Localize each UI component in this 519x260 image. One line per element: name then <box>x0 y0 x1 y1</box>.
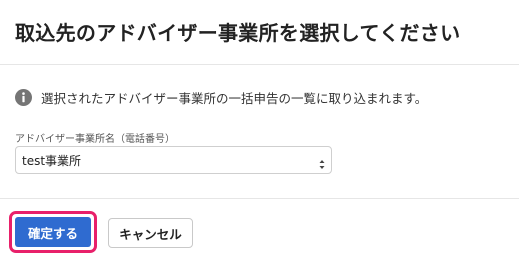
info-icon <box>15 88 32 106</box>
confirm-button[interactable]: 確定する <box>15 217 91 247</box>
select-arrows-icon <box>319 155 325 169</box>
cancel-button[interactable]: キャンセル <box>108 218 193 248</box>
advisor-office-label: アドバイザー事業所名（電話番号） <box>15 134 175 145</box>
dialog-header: 取込先のアドバイザー事業所を選択してください <box>0 0 519 65</box>
confirm-button-highlight: 確定する <box>9 211 97 253</box>
advisor-office-select[interactable]: test事業所 <box>15 146 332 174</box>
info-message: 選択されたアドバイザー事業所の一括申告の一覧に取り込まれます。 <box>15 88 427 106</box>
select-value: test事業所 <box>22 153 82 168</box>
dialog-title: 取込先のアドバイザー事業所を選択してください <box>15 21 461 45</box>
info-text: 選択されたアドバイザー事業所の一括申告の一覧に取り込まれます。 <box>41 90 428 106</box>
select-advisor-dialog: 取込先のアドバイザー事業所を選択してください 選択されたアドバイザー事業所の一括… <box>0 0 519 260</box>
